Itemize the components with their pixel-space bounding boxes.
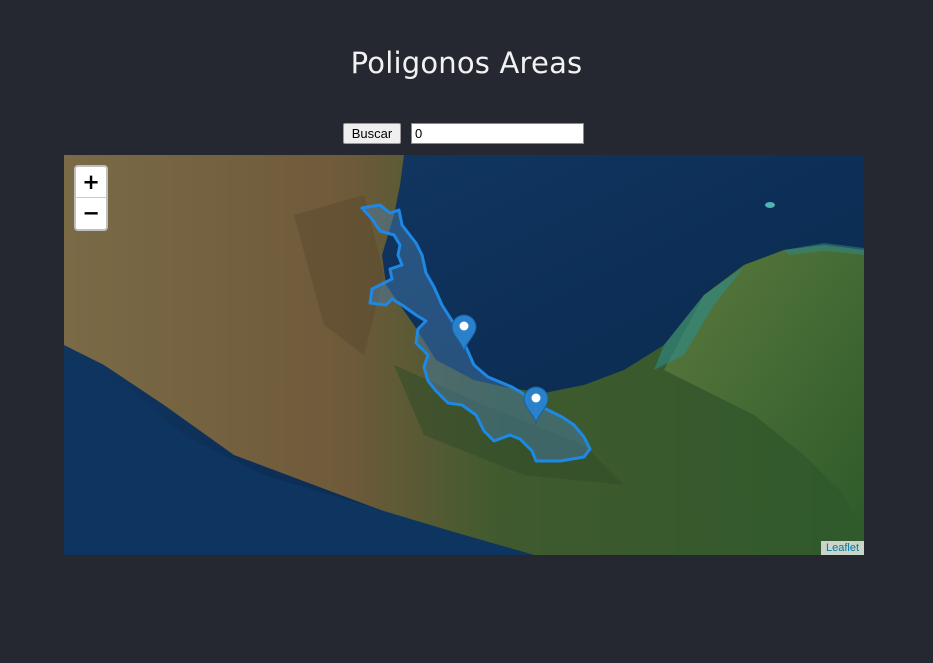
map-attribution: Leaflet: [820, 541, 864, 555]
satellite-basemap: [64, 155, 864, 555]
island: [765, 202, 775, 208]
map-container[interactable]: + − Leaflet: [64, 155, 864, 555]
leaflet-link[interactable]: Leaflet: [826, 542, 859, 554]
zoom-out-button[interactable]: −: [76, 198, 106, 228]
zoom-in-button[interactable]: +: [76, 167, 106, 198]
search-button[interactable]: Buscar: [343, 123, 401, 144]
page-title: Poligonos Areas: [350, 46, 583, 80]
search-input[interactable]: [411, 123, 584, 144]
zoom-control: + −: [74, 165, 108, 231]
